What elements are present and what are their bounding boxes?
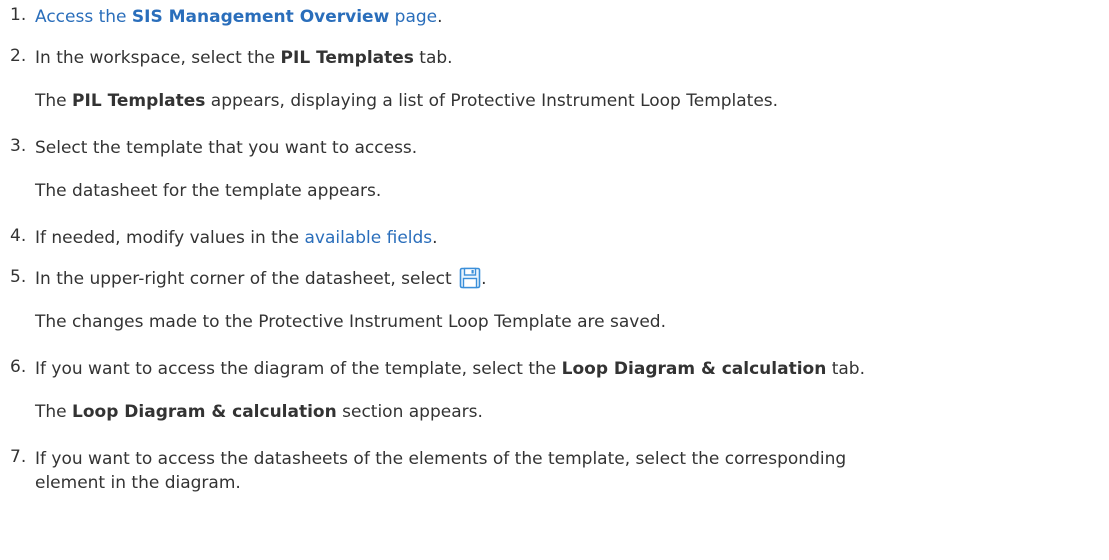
- step-pre: If needed, modify values in the: [35, 228, 305, 248]
- step-result: The datasheet for the template appears.: [35, 181, 382, 201]
- step-text: In the upper-right corner of the datashe…: [35, 267, 1089, 291]
- step-text: Select the template that you want to acc…: [35, 138, 418, 158]
- save-icon[interactable]: [459, 267, 481, 289]
- steps-list: 1. Access the SIS Management Overview pa…: [0, 5, 1109, 495]
- step-text: Access the SIS Management Overview page.: [35, 5, 1089, 29]
- step-post: tab.: [413, 48, 453, 68]
- step-number: 2.: [10, 46, 27, 66]
- step-pre: If you want to access the diagram of the…: [35, 359, 562, 379]
- result-bold: PIL Templates: [72, 91, 206, 111]
- step-pre: In the upper-right corner of the datashe…: [35, 269, 458, 289]
- available-fields-link[interactable]: available fields: [304, 228, 432, 248]
- step-post: .: [481, 269, 487, 289]
- step-1: 1. Access the SIS Management Overview pa…: [0, 5, 1109, 29]
- step-text-line-2: element in the diagram.: [35, 473, 241, 493]
- save-icon-graphic: [459, 267, 481, 289]
- step-7: 7. If you want to access the datasheets …: [0, 447, 1109, 495]
- result-bold: Loop Diagram & calculation: [72, 402, 337, 422]
- step-number: 3.: [10, 136, 27, 156]
- procedure-page: 1. Access the SIS Management Overview pa…: [0, 0, 1109, 560]
- step-number: 6.: [10, 357, 27, 377]
- step-post: tab.: [826, 359, 865, 379]
- step-after: .: [437, 7, 443, 27]
- step-pre: In the workspace, select the: [35, 48, 281, 68]
- step-text: If needed, modify values in the availabl…: [35, 226, 1089, 250]
- step-number: 4.: [10, 226, 27, 246]
- step-result: The changes made to the Protective Instr…: [35, 312, 666, 332]
- step-number: 5.: [10, 267, 27, 287]
- result-post: appears, displaying a list of Protective…: [205, 91, 779, 111]
- step-text: If you want to access the diagram of the…: [35, 357, 1089, 381]
- step-post: .: [432, 228, 438, 248]
- step-number: 7.: [10, 447, 27, 467]
- step-result: The PIL Templates appears, displaying a …: [35, 89, 1089, 113]
- step-3: 3. Select the template that you want to …: [0, 136, 1109, 203]
- link-bold: SIS Management Overview: [131, 7, 390, 27]
- step-number: 1.: [10, 5, 27, 25]
- link-prefix: Access the: [35, 7, 132, 27]
- result-pre: The: [35, 402, 73, 422]
- sis-overview-link[interactable]: Access the SIS Management Overview page: [35, 7, 437, 27]
- link-suffix: page: [389, 7, 438, 27]
- step-5: 5. In the upper-right corner of the data…: [0, 267, 1109, 334]
- step-2: 2. In the workspace, select the PIL Temp…: [0, 46, 1109, 113]
- step-4: 4. If needed, modify values in the avail…: [0, 226, 1109, 250]
- result-post: section appears.: [336, 402, 483, 422]
- step-bold: PIL Templates: [280, 48, 414, 68]
- step-6: 6. If you want to access the diagram of …: [0, 357, 1109, 424]
- step-text: In the workspace, select the PIL Templat…: [35, 46, 1089, 70]
- result-pre: The: [35, 91, 73, 111]
- step-result: The Loop Diagram & calculation section a…: [35, 400, 1089, 424]
- step-bold: Loop Diagram & calculation: [561, 359, 827, 379]
- step-text-line-1: If you want to access the datasheets of …: [35, 449, 847, 469]
